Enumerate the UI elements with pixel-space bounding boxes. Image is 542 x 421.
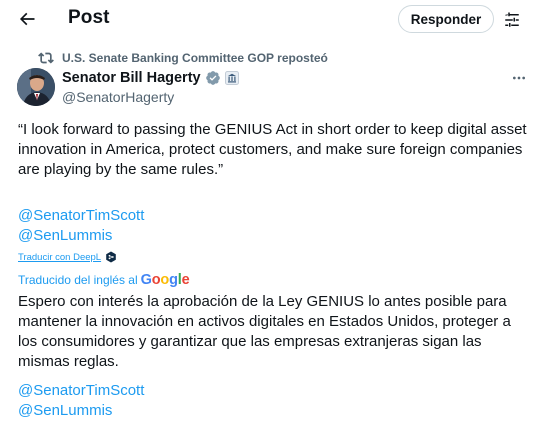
- repost-indicator: U.S. Senate Banking Committee GOP repost…: [38, 49, 328, 67]
- back-button[interactable]: [14, 6, 40, 32]
- author-handle[interactable]: @SenatorHagerty: [62, 89, 239, 105]
- translated-by-label: Traducido del inglés al Google: [18, 272, 190, 288]
- google-letter: e: [181, 272, 190, 288]
- arrow-left-icon: [19, 12, 35, 26]
- translated-post-text: Espero con interés la aprobación de la L…: [18, 293, 511, 370]
- page-title: Post: [68, 7, 110, 28]
- mention-link[interactable]: @SenatorTimScott: [18, 381, 144, 401]
- post-text: “I look forward to passing the GENIUS Ac…: [18, 121, 527, 178]
- mention-link[interactable]: @SenatorTimScott: [18, 206, 144, 226]
- reply-button[interactable]: Responder: [398, 5, 494, 33]
- post-mentions: @SenatorTimScott @SenLummis: [18, 206, 144, 246]
- author-name[interactable]: Senator Bill Hagerty: [62, 70, 201, 86]
- options-button[interactable]: [500, 8, 524, 32]
- author-block: Senator Bill Hagerty @SenatorHagerty: [62, 68, 239, 105]
- government-affiliation-icon[interactable]: [224, 71, 239, 85]
- google-letter: o: [160, 272, 170, 288]
- mention-link[interactable]: @SenLummis: [18, 226, 144, 246]
- repost-icon: [38, 50, 54, 66]
- sliders-icon: [505, 12, 519, 27]
- deepl-icon: [105, 251, 117, 263]
- google-logo: Google: [141, 272, 190, 288]
- translate-link-label: Traducir con DeepL: [18, 251, 102, 263]
- avatar[interactable]: [17, 68, 55, 106]
- mention-link[interactable]: @SenLummis: [18, 401, 144, 421]
- post-header: Post Responder: [0, 0, 542, 38]
- more-icon: [513, 76, 525, 80]
- more-options-button[interactable]: [506, 70, 532, 86]
- repost-text[interactable]: U.S. Senate Banking Committee GOP repost…: [62, 51, 328, 65]
- verified-badge-icon[interactable]: [205, 70, 221, 86]
- translated-mentions: @SenatorTimScott @SenLummis: [18, 381, 144, 421]
- google-letter: G: [140, 272, 152, 288]
- google-letter: g: [169, 272, 178, 288]
- translated-by-text: Traducido del inglés al: [18, 273, 138, 287]
- translate-deepl-link[interactable]: Traducir con DeepL: [18, 251, 117, 263]
